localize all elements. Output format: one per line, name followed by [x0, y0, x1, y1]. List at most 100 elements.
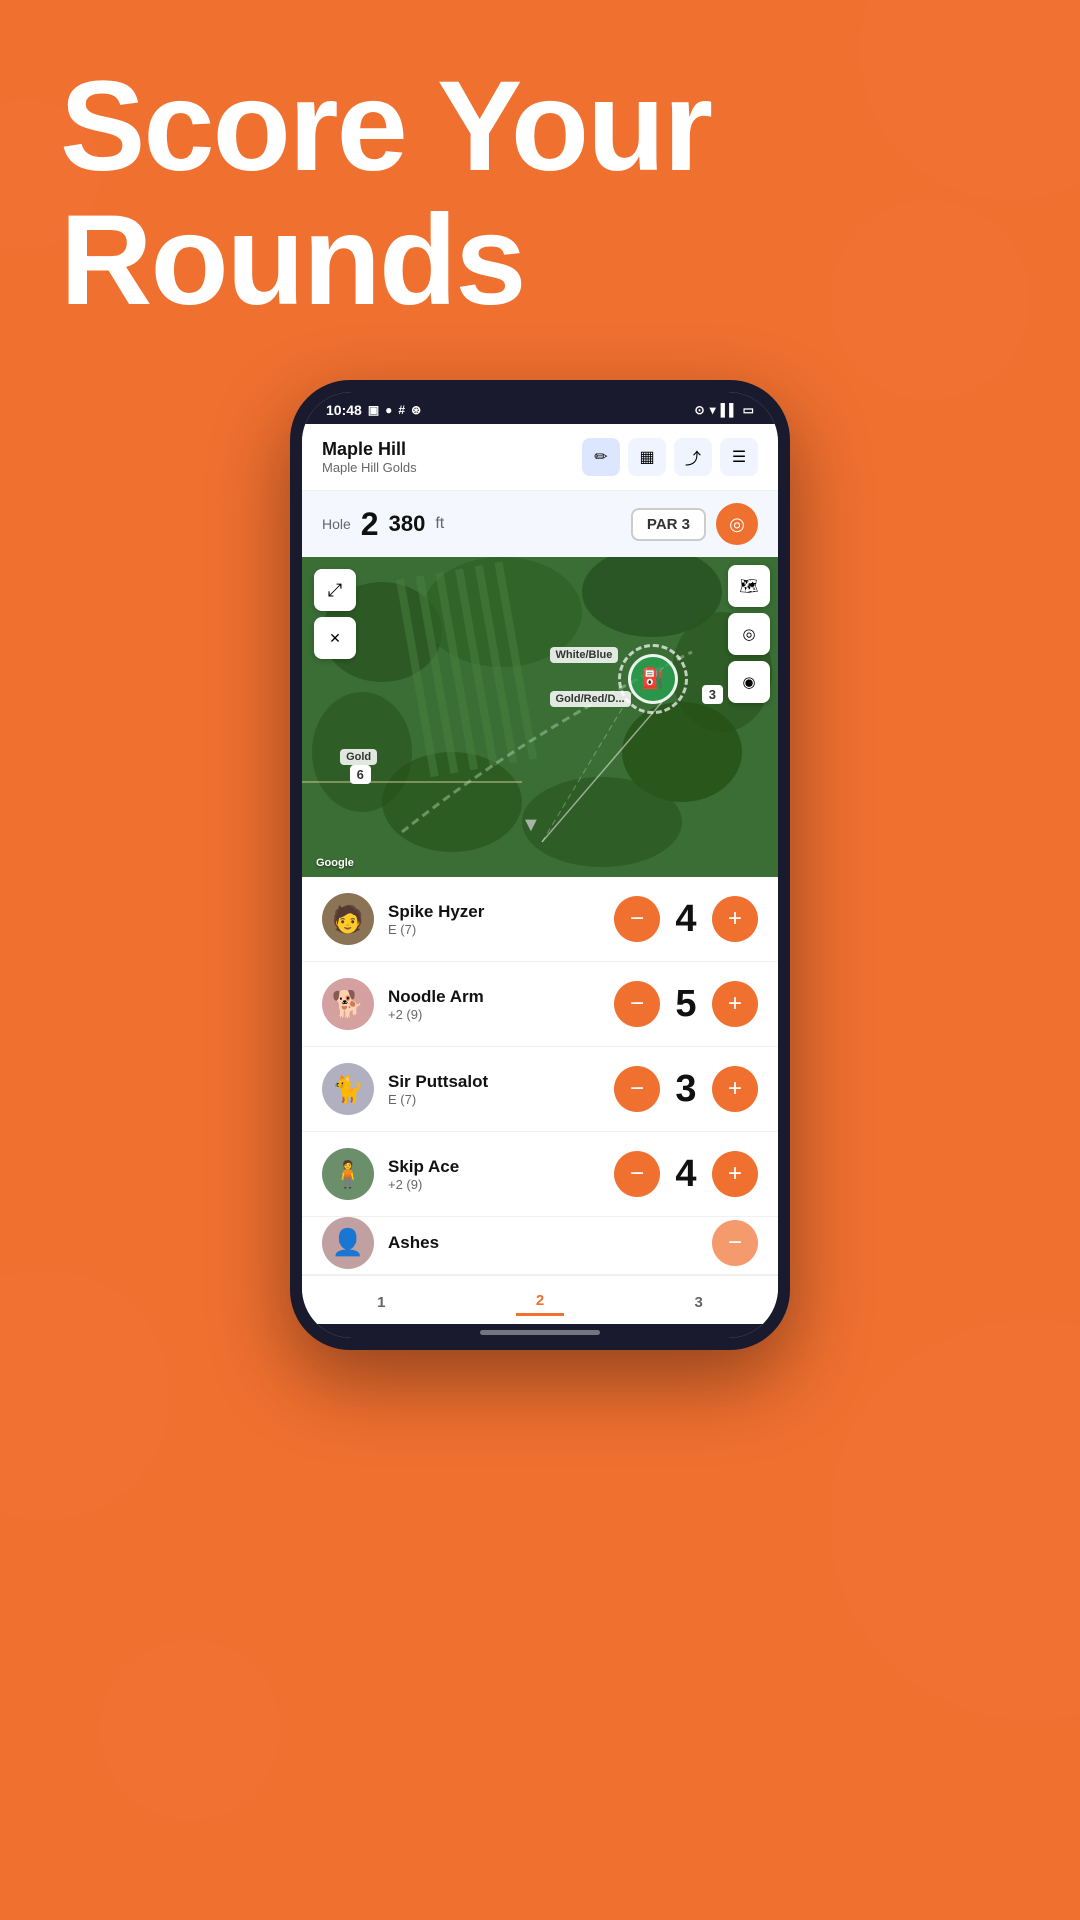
locate-button[interactable]: ◎ [716, 503, 758, 545]
plus-icon: + [728, 1160, 742, 1188]
decrement-button[interactable]: − [614, 981, 660, 1027]
increment-button[interactable]: + [712, 981, 758, 1027]
basket-circle: ⛽ [618, 644, 688, 714]
expand-button[interactable]: ⤢ [314, 569, 356, 611]
layer-icon: ✕ [329, 630, 341, 647]
par-badge: PAR 3 [631, 508, 706, 541]
target-button[interactable]: ◎ [728, 613, 770, 655]
course-info: Maple Hill Maple Hill Golds [322, 439, 582, 475]
google-label: Google [316, 857, 354, 869]
player-row: 🧑 Spike Hyzer E (7) − 4 + [302, 877, 778, 962]
score-number: 4 [672, 898, 700, 941]
player-info: Skip Ace +2 (9) [388, 1157, 600, 1192]
player-info: Noodle Arm +2 (9) [388, 987, 600, 1022]
map-type-button[interactable]: 🗺 [728, 565, 770, 607]
hole-distance: 380 [389, 511, 426, 537]
player-name: Noodle Arm [388, 987, 600, 1007]
player-info: Spike Hyzer E (7) [388, 902, 600, 937]
gold-label: Gold [340, 749, 377, 765]
increment-button[interactable]: + [712, 896, 758, 942]
map-area[interactable]: ⤢ ✕ 🗺 ◎ [302, 557, 778, 877]
target-icon: ◎ [742, 625, 755, 643]
home-indicator [302, 1324, 778, 1338]
score-controls: − 5 + [614, 981, 758, 1027]
app-header: Maple Hill Maple Hill Golds ✏ ▦ ⤴ ☰ [302, 424, 778, 491]
player-name: Sir Puttsalot [388, 1072, 600, 1092]
circle-icon: ● [385, 403, 392, 417]
player-info: Sir Puttsalot E (7) [388, 1072, 600, 1107]
hole-label: Hole [322, 516, 351, 532]
hole-3-badge: 3 [702, 685, 723, 704]
status-bar: 10:48 ▣ ● # ⊛ ⊙ ▾ ▌▌ ▭ [302, 392, 778, 424]
map-type-icon: 🗺 [739, 577, 758, 595]
player-row: 🧍 Skip Ace +2 (9) − 4 + [302, 1132, 778, 1217]
increment-button[interactable]: + [712, 1066, 758, 1112]
basket-icon: ⛽ [641, 666, 666, 691]
waypoint-white-blue: White/Blue [550, 647, 619, 663]
map-background: ⤢ ✕ 🗺 ◎ [302, 557, 778, 877]
menu-button[interactable]: ☰ [720, 438, 758, 476]
location-icon2: ◉ [742, 673, 755, 691]
wifi-icon: ▾ [710, 403, 716, 417]
hole-right: PAR 3 ◎ [631, 503, 758, 545]
share-button[interactable]: ⤴ [674, 438, 712, 476]
minus-icon: − [630, 1075, 644, 1103]
tab-3[interactable]: 3 [674, 1290, 722, 1315]
status-time: 10:48 [326, 402, 362, 418]
tab-1[interactable]: 1 [357, 1290, 405, 1315]
plus-icon: + [728, 905, 742, 933]
battery-icon: ▭ [743, 403, 754, 417]
home-bar [480, 1330, 600, 1335]
distance-unit: ft [435, 515, 444, 533]
course-subtitle: Maple Hill Golds [322, 460, 582, 475]
decrement-button[interactable]: − [712, 1220, 758, 1266]
score-number: 5 [672, 983, 700, 1026]
players-list: 🧑 Spike Hyzer E (7) − 4 + [302, 877, 778, 1275]
score-number: 3 [672, 1068, 700, 1111]
minus-icon: − [630, 1160, 644, 1188]
minus-icon: − [728, 1229, 742, 1257]
expand-icon: ⤢ [328, 580, 342, 601]
hole-number: 2 [361, 506, 379, 543]
tee-marker: ▼ [521, 814, 541, 837]
messenger-icon: ⊛ [411, 403, 421, 417]
header-icons: ✏ ▦ ⤴ ☰ [582, 438, 758, 476]
player-name: Ashes [388, 1233, 698, 1253]
player-info: Ashes [388, 1233, 698, 1253]
score-controls-partial: − [712, 1220, 758, 1266]
layer-button[interactable]: ✕ [314, 617, 356, 659]
bottom-tabs: 1 2 3 [302, 1275, 778, 1324]
player-row: 🐈 Sir Puttsalot E (7) − 3 + [302, 1047, 778, 1132]
decrement-button[interactable]: − [614, 1066, 660, 1112]
player-name: Skip Ace [388, 1157, 600, 1177]
player-avatar: 👤 [322, 1217, 374, 1269]
tab-2[interactable]: 2 [516, 1288, 564, 1316]
hole-info: Hole 2 380 ft [322, 506, 444, 543]
phone-mockup: 10:48 ▣ ● # ⊛ ⊙ ▾ ▌▌ ▭ Maple Hill Maple … [290, 380, 790, 1860]
locate-icon: ◎ [729, 514, 745, 535]
score-number: 4 [672, 1153, 700, 1196]
increment-button[interactable]: + [712, 1151, 758, 1197]
status-left: 10:48 ▣ ● # ⊛ [326, 402, 421, 418]
location-button[interactable]: ◉ [728, 661, 770, 703]
edit-icon: ✏ [594, 447, 607, 467]
score-controls: − 3 + [614, 1066, 758, 1112]
score-controls: − 4 + [614, 1151, 758, 1197]
map-controls-left: ⤢ ✕ [314, 569, 356, 659]
signal-icon: ▌▌ [721, 403, 738, 417]
edit-button[interactable]: ✏ [582, 438, 620, 476]
basket-target: ⛽ [618, 644, 688, 714]
phone-screen: 10:48 ▣ ● # ⊛ ⊙ ▾ ▌▌ ▭ Maple Hill Maple … [302, 392, 778, 1338]
minus-icon: − [630, 990, 644, 1018]
scorecard-button[interactable]: ▦ [628, 438, 666, 476]
decrement-button[interactable]: − [614, 896, 660, 942]
score-controls: − 4 + [614, 896, 758, 942]
player-name: Spike Hyzer [388, 902, 600, 922]
hashtag-icon: # [398, 403, 405, 417]
player-avatar: 🐈 [322, 1063, 374, 1115]
decrement-button[interactable]: − [614, 1151, 660, 1197]
course-name: Maple Hill [322, 439, 582, 460]
plus-icon: + [728, 990, 742, 1018]
location-icon: ⊙ [695, 403, 705, 417]
phone-frame: 10:48 ▣ ● # ⊛ ⊙ ▾ ▌▌ ▭ Maple Hill Maple … [290, 380, 790, 1350]
